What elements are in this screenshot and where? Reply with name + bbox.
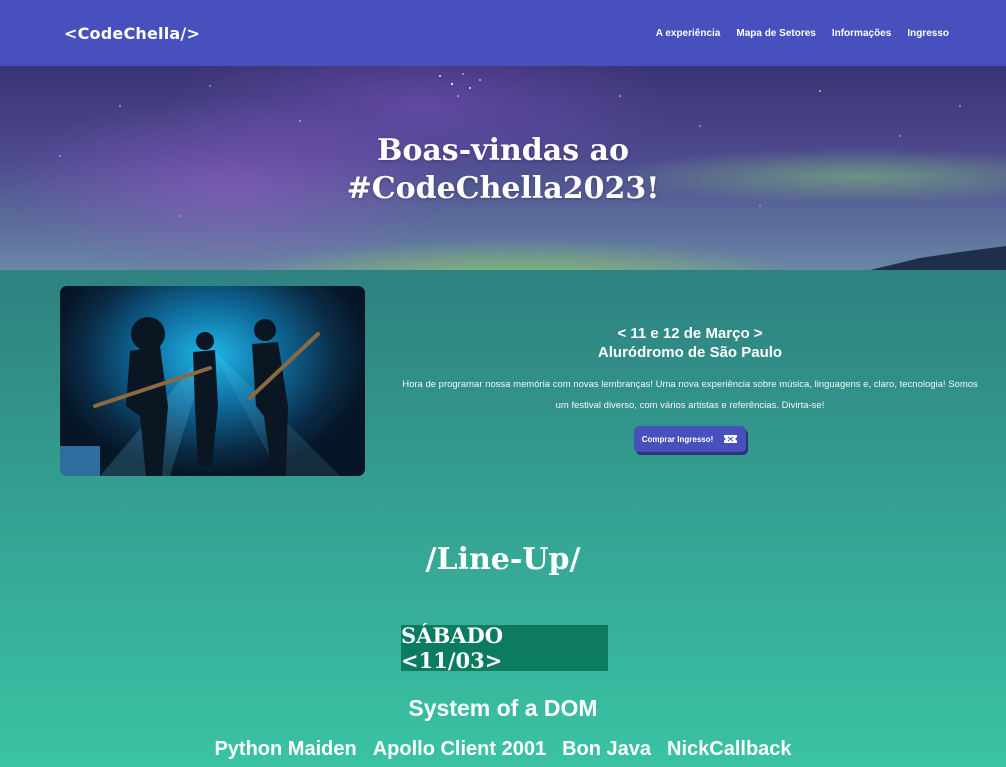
day-badge-saturday: SÁBADO <11/03> <box>401 623 608 673</box>
lineup-artists: Python Maiden Apollo Client 2001 Bon Jav… <box>0 738 1006 761</box>
nav-link-informacoes[interactable]: Informações <box>832 28 891 39</box>
lineup-artist: NickCallback <box>667 738 792 760</box>
navbar: <CodeChella/> A experiência Mapa de Seto… <box>0 0 1006 66</box>
hero-title-line2: #CodeChella2023! <box>346 171 660 206</box>
lineup-artist: Python Maiden <box>214 738 357 760</box>
hero-title-line1: Boas-vindas ao <box>377 133 629 168</box>
event-dates: < 11 e 12 de Março > <box>617 325 763 342</box>
lineup-headliner: System of a DOM <box>408 695 598 721</box>
buy-ticket-label: Comprar Ingresso! <box>641 434 714 444</box>
ticket-icon <box>724 435 738 443</box>
band-silhouettes-image <box>60 317 340 476</box>
lineup-artist: Apollo Client 2001 <box>372 738 547 760</box>
hero-title: Boas-vindas ao #CodeChella2023! <box>0 132 1006 208</box>
nav-link-mapa-setores[interactable]: Mapa de Setores <box>736 28 815 39</box>
lineup-title: /Line-Up/ <box>425 542 581 577</box>
site-logo[interactable]: <CodeChella/> <box>64 24 200 43</box>
nav-link-experiencia[interactable]: A experiência <box>656 28 721 39</box>
hero-banner: Boas-vindas ao #CodeChella2023! <box>0 66 1006 270</box>
band-concert-photo <box>60 286 365 476</box>
buy-ticket-button[interactable]: Comprar Ingresso! <box>633 426 747 452</box>
event-venue: Aluródromo de São Paulo <box>597 344 783 361</box>
event-info: < 11 e 12 de Março > Aluródromo de São P… <box>380 324 1000 452</box>
lineup-artist: Bon Java <box>562 738 652 760</box>
nav-links: A experiência Mapa de Setores Informaçõe… <box>656 28 949 39</box>
nav-link-ingresso[interactable]: Ingresso <box>907 28 949 39</box>
event-description: Hora de programar nossa memória com nova… <box>402 379 978 411</box>
